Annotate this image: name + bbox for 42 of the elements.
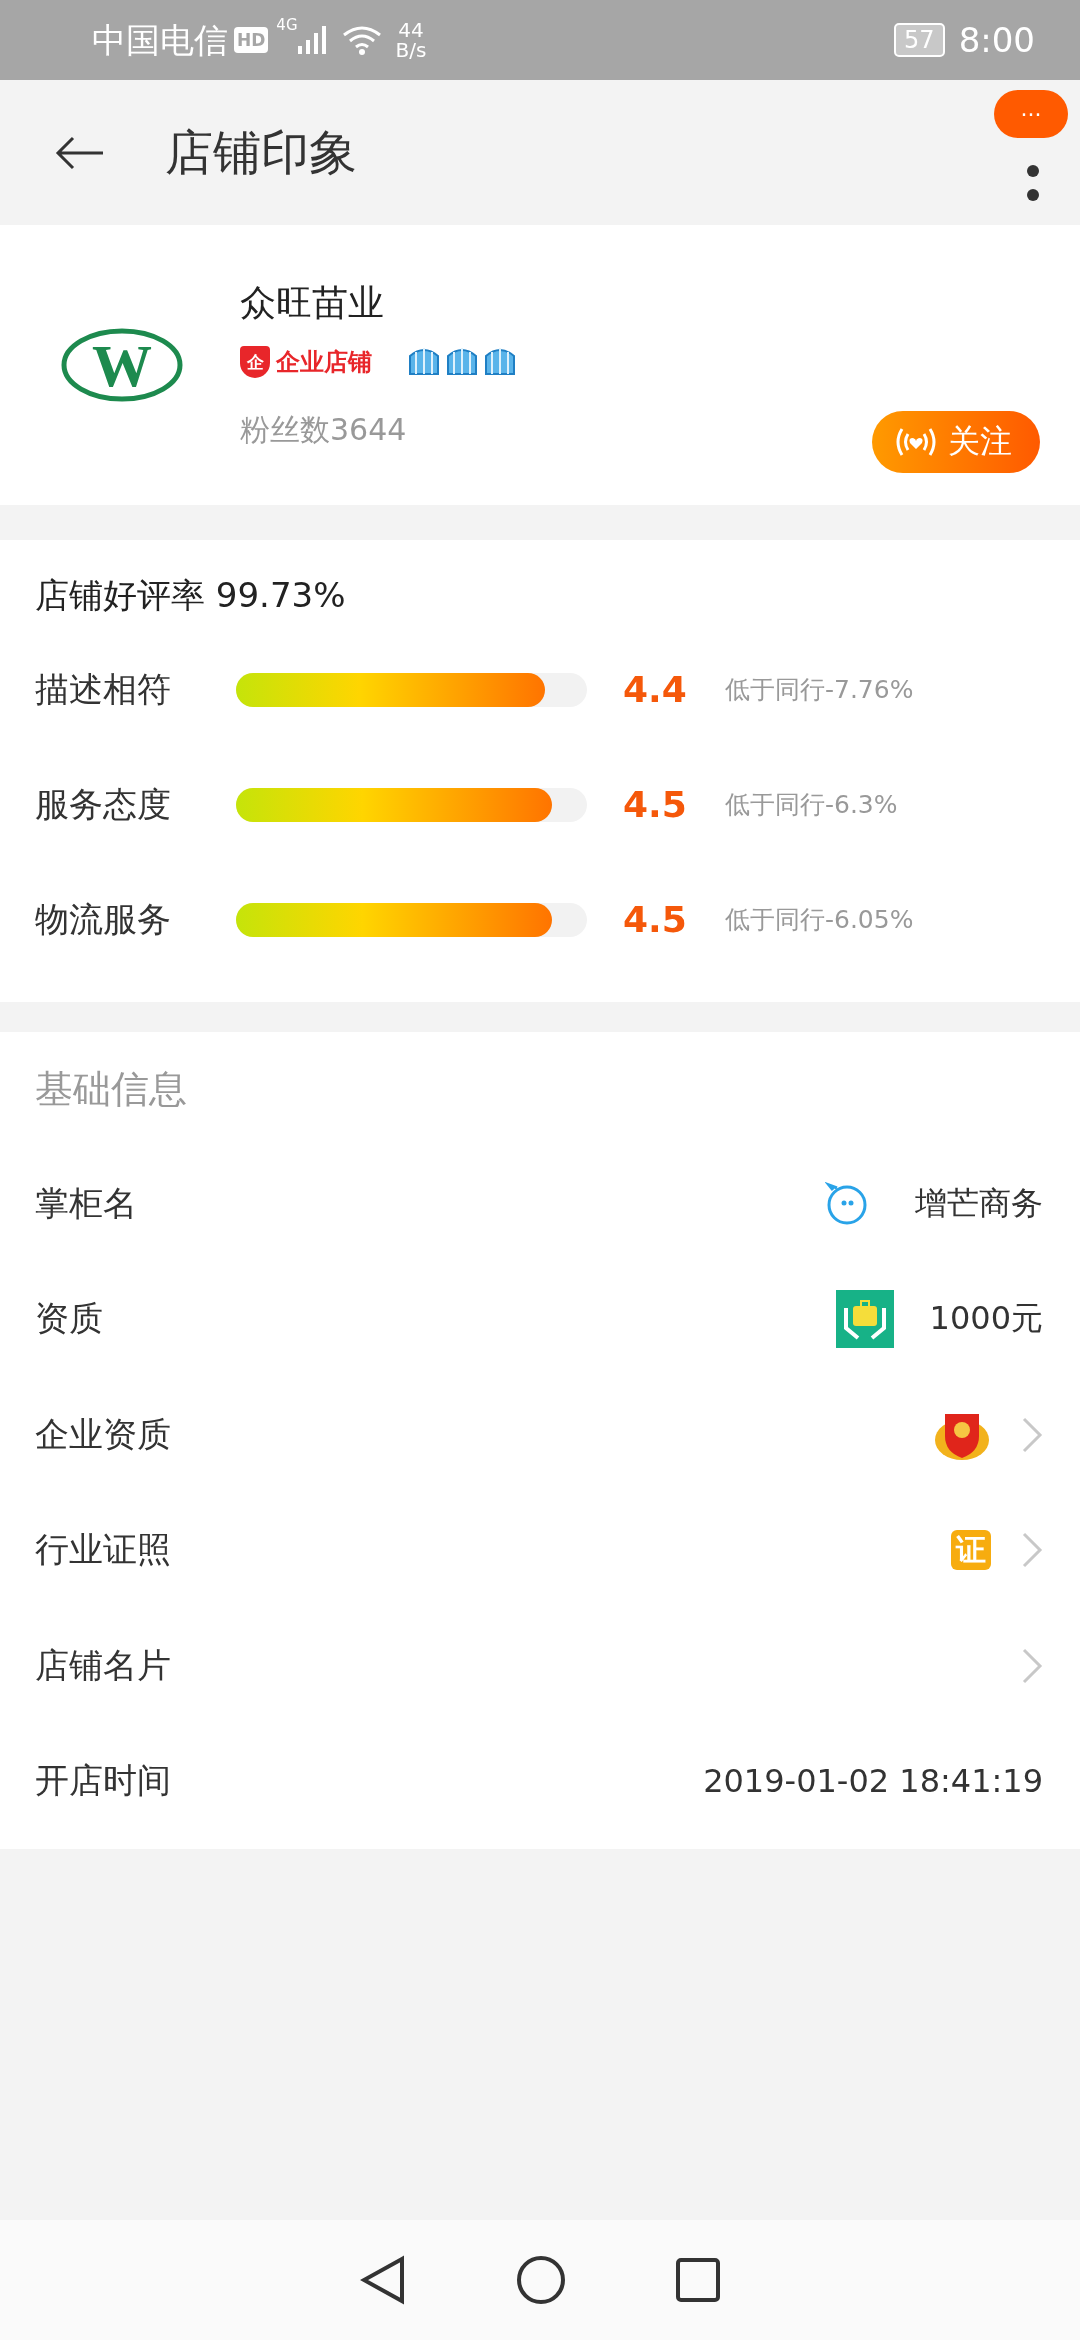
back-icon[interactable] [55,135,105,170]
rating-comparison: 低于同行-6.05% [725,904,914,936]
hd-icon: HD [234,27,269,53]
network-type: 4G [276,18,298,33]
follow-button[interactable]: 关注 [872,411,1040,473]
clock: 8:00 [958,23,1035,57]
certificate-icon: 证 [951,1530,991,1571]
message-bubble[interactable]: ··· [994,90,1068,138]
speed-unit: B/s [395,40,427,60]
enterprise-badge: 企 企业店铺 [240,346,372,378]
signal-icon [297,26,328,54]
rating-label: 描述相符 [35,667,172,711]
recents-nav-icon[interactable] [676,2258,720,2302]
rating-label: 服务态度 [35,782,172,826]
info-value: 增芒商务 [915,1182,1043,1224]
rating-score: 4.5 [623,899,688,940]
rating-comparison: 低于同行-6.3% [725,789,898,821]
rating-comparison: 低于同行-7.76% [725,674,914,706]
rating-score: 4.4 [623,669,688,710]
fan-count: 粉丝数3644 [240,411,408,449]
positive-rate: 店铺好评率 99.73% [34,574,347,617]
info-label: 店铺名片 [35,1643,172,1687]
briefcase-hands-icon [835,1290,894,1349]
info-value: 1000元 [929,1298,1043,1340]
store-name: 众旺苗业 [240,281,385,325]
more-icon[interactable] [1026,162,1040,203]
info-value: 2019-01-02 18:41:19 [703,1762,1043,1801]
rating-score: 4.5 [623,784,688,825]
speed-value: 44 [398,20,424,40]
info-label: 企业资质 [35,1412,172,1456]
info-label: 掌柜名 [35,1181,138,1225]
info-label: 开店时间 [35,1759,172,1803]
info-label: 行业证照 [35,1528,172,1572]
section-title: 基础信息 [34,1065,188,1113]
page-title: 店铺印象 [165,122,357,182]
back-nav-icon[interactable] [360,2255,406,2305]
carrier-name: 中国电信 [92,23,228,57]
home-nav-icon[interactable] [516,2255,566,2305]
info-label: 资质 [35,1297,104,1341]
wifi-icon [341,25,382,55]
rating-label: 物流服务 [35,897,172,941]
chat-face-icon [825,1181,869,1226]
